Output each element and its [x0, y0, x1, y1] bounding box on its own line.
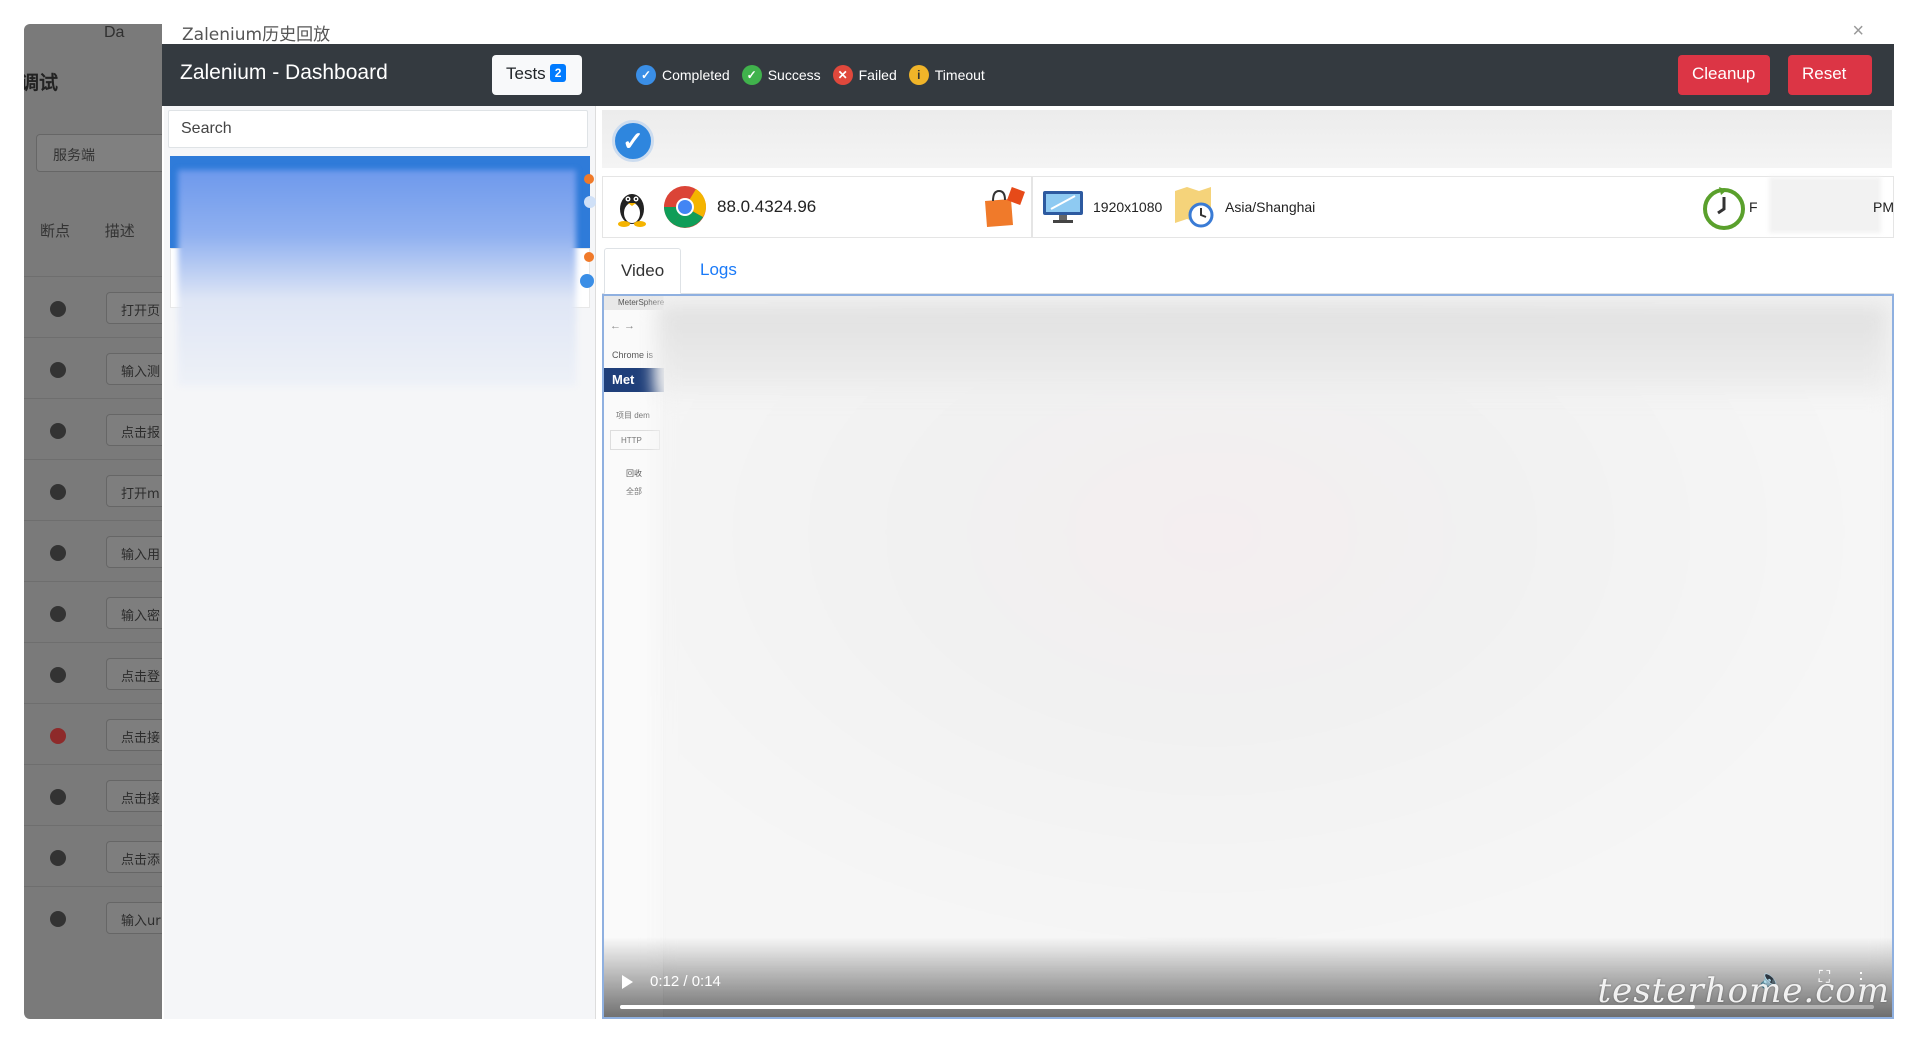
- tests-button[interactable]: Tests 2: [492, 55, 582, 95]
- success-check-icon: ✓: [741, 65, 762, 85]
- breakpoint-dot-icon[interactable]: [50, 667, 66, 683]
- clock-refresh-icon: [1703, 187, 1745, 230]
- platform-browser-cell: 88.0.4324.96: [602, 176, 1032, 238]
- detail-tabs: Video Logs: [602, 248, 1894, 294]
- background-step-row: 点击接: [24, 764, 176, 824]
- background-step-row: 输入ur: [24, 886, 176, 946]
- breakpoint-dot-icon[interactable]: [50, 850, 66, 866]
- cleanup-button[interactable]: Cleanup: [1678, 55, 1770, 95]
- background-step-row: 点击登: [24, 642, 176, 702]
- background-topbar-label: Da: [104, 24, 125, 41]
- play-icon[interactable]: [622, 975, 633, 989]
- modal-title: Zalenium历史回放: [182, 25, 331, 45]
- redacted-video-header: [658, 304, 1888, 394]
- screen-resolution: 1920x1080: [1093, 199, 1163, 215]
- orange-tag-icon: [584, 174, 594, 184]
- background-step-row: 输入测: [24, 337, 176, 397]
- tests-label: Tests: [506, 64, 546, 83]
- status-legend: ✓ Completed ✓ Success ✕ Failed i Timeout: [636, 65, 997, 85]
- recorded-protocol-select: HTTP: [610, 430, 660, 450]
- orange-tag-icon: [584, 252, 594, 262]
- background-step-row: 打开页: [24, 276, 176, 336]
- video-time-display: 0:12 / 0:14: [650, 973, 721, 990]
- background-page-title: 调试: [24, 72, 59, 94]
- legend-timeout: i Timeout: [908, 65, 985, 85]
- breakpoint-dot-icon[interactable]: [50, 789, 66, 805]
- breakpoint-dot-icon[interactable]: [50, 301, 66, 317]
- legend-completed: ✓ Completed: [636, 65, 730, 85]
- breakpoint-dot-icon[interactable]: [50, 362, 66, 378]
- reset-button[interactable]: Reset: [1788, 55, 1872, 95]
- legend-failed: ✕ Failed: [832, 65, 897, 85]
- column-header-description: 描述: [104, 222, 135, 240]
- check-circle-icon: [584, 196, 596, 208]
- start-time-prefix: F: [1749, 199, 1758, 215]
- back-forward-icons: ← →: [610, 320, 636, 332]
- background-select-value: 服务端: [53, 148, 95, 164]
- background-column-headers: 断点 描述: [40, 220, 165, 241]
- column-header-breakpoint: 断点: [40, 222, 71, 240]
- shopping-bag-icon: [985, 187, 1025, 227]
- recorded-tree-item: 全部: [626, 487, 642, 496]
- background-step-row: 打开m: [24, 459, 176, 519]
- recorded-tree-item: 回收: [626, 469, 642, 478]
- start-time-suffix: PM: [1873, 199, 1894, 215]
- breakpoint-dot-icon[interactable]: [50, 728, 66, 744]
- failed-x-icon: ✕: [832, 65, 853, 85]
- background-step-row: 点击添: [24, 825, 176, 885]
- test-status-header: ✓: [602, 110, 1892, 168]
- legend-completed-label: Completed: [662, 67, 730, 83]
- test-list-panel: Search: [164, 106, 596, 1019]
- video-player[interactable]: MeterSphere ← → Chrome is Met 项目 dem HTT…: [602, 294, 1894, 1019]
- close-icon[interactable]: ×: [1852, 24, 1864, 43]
- search-input[interactable]: Search: [168, 110, 588, 148]
- timezone-map-icon: [1175, 187, 1214, 228]
- breakpoint-dot-icon[interactable]: [50, 484, 66, 500]
- chrome-icon: [664, 186, 707, 228]
- recorded-browser-tabbar: MeterSphere: [604, 296, 664, 310]
- environment-cell: 1920x1080 Asia/Shanghai F PM: [1032, 176, 1894, 238]
- browser-version: 88.0.4324.96: [717, 197, 817, 216]
- breakpoint-dot-icon[interactable]: [50, 545, 66, 561]
- tab-video[interactable]: Video: [604, 248, 682, 294]
- modal-header: Zalenium历史回放 ×: [162, 24, 1894, 45]
- test-info-row: 88.0.4324.96 1920x1080 Asia/Shanghai F P…: [602, 176, 1894, 238]
- legend-success-label: Success: [767, 67, 821, 83]
- legend-success: ✓ Success: [741, 65, 821, 85]
- recorded-browser-frame: MeterSphere ← → Chrome is Met 项目 dem HTT…: [604, 296, 664, 1017]
- legend-failed-label: Failed: [858, 67, 897, 83]
- dashboard-navbar: Zalenium - Dashboard Tests 2 ✓ Completed …: [162, 44, 1894, 106]
- redacted-start-time: [1769, 177, 1881, 233]
- linux-penguin-icon: [618, 194, 646, 227]
- video-progress-fill: [620, 1005, 1695, 1009]
- tests-count-badge: 2: [549, 64, 567, 82]
- site-watermark: testerhome.com: [1597, 971, 1890, 1011]
- breakpoint-dot-icon[interactable]: [50, 911, 66, 927]
- completed-check-icon: ✓: [612, 120, 654, 162]
- background-step-row: 点击接: [24, 703, 176, 763]
- check-circle-icon: [580, 274, 594, 288]
- chrome-notice: Chrome is: [612, 350, 654, 360]
- legend-timeout-label: Timeout: [934, 67, 985, 83]
- tab-logs[interactable]: Logs: [684, 248, 753, 294]
- check-circle-icon: ✓: [636, 65, 656, 85]
- breakpoint-dot-icon[interactable]: [50, 423, 66, 439]
- background-mode-select[interactable]: 服务端: [36, 134, 166, 172]
- background-step-row: 点击报: [24, 398, 176, 458]
- background-step-row: 输入密: [24, 581, 176, 641]
- test-detail-panel: ✓ 88.0.4324.96 1920x1080 Asia/Shanghai F…: [602, 106, 1894, 1019]
- timeout-info-icon: i: [908, 65, 929, 85]
- breakpoint-dot-icon[interactable]: [50, 606, 66, 622]
- replay-modal: Zalenium历史回放 × Zalenium - Dashboard Test…: [162, 24, 1894, 1019]
- timezone: Asia/Shanghai: [1225, 199, 1316, 215]
- recorded-app-logo: Met: [604, 368, 664, 392]
- dashboard-brand: Zalenium - Dashboard: [180, 61, 388, 84]
- redacted-video-content: [658, 302, 1888, 962]
- redacted-test-list: [178, 170, 576, 386]
- background-step-row: 输入用: [24, 520, 176, 580]
- recorded-project-label: 项目 dem: [616, 411, 650, 420]
- monitor-icon: [1043, 191, 1083, 223]
